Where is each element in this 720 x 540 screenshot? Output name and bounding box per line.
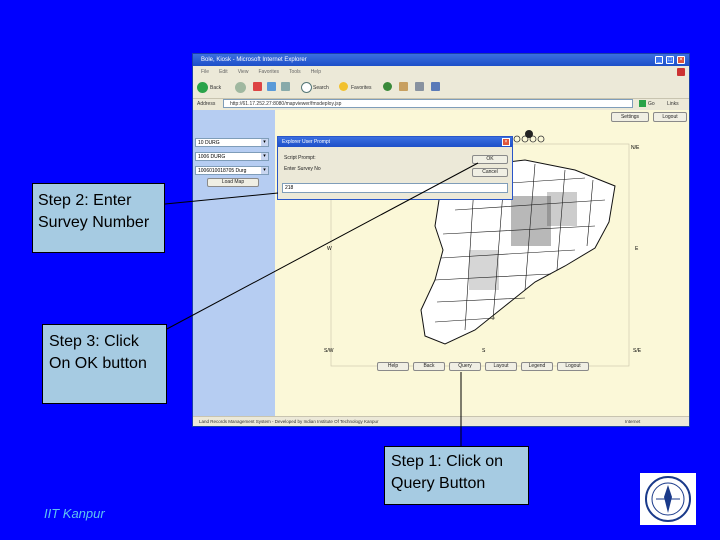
- callout-step2: Step 2: Enter Survey Number: [32, 183, 165, 253]
- callout-step3: Step 3: Click On OK button: [42, 324, 167, 404]
- callout-step1: Step 1: Click on Query Button: [384, 446, 529, 505]
- connector-step2: [164, 192, 279, 205]
- callout-connectors: [164, 162, 479, 447]
- iit-kanpur-logo: [640, 473, 696, 525]
- footer-institution: IIT Kanpur: [44, 506, 105, 521]
- connector-step3: [164, 162, 479, 331]
